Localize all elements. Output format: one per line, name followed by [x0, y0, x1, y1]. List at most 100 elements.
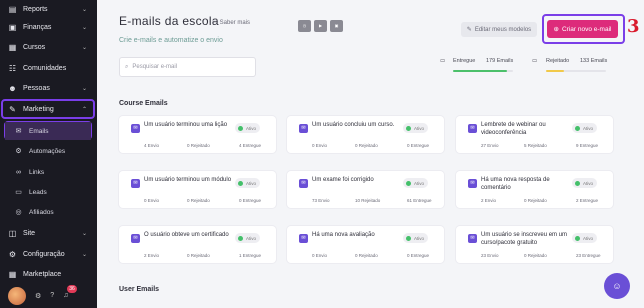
section-course-emails: Course Emails: [119, 100, 168, 107]
format-button-2[interactable]: ▶: [314, 20, 327, 32]
rejected-count: 10 Rejeitado: [355, 198, 381, 203]
rejected-label: Rejeitado: [546, 58, 570, 64]
sidebar-item-cursos[interactable]: ▦ Cursos ⌄: [0, 38, 97, 56]
delivered-count: 0 Entregue: [407, 143, 430, 148]
status-toggle[interactable]: Ativo: [571, 233, 597, 243]
status-toggle[interactable]: Ativo: [571, 178, 597, 188]
email-template-icon: ✉: [468, 124, 477, 133]
email-template-icon: ✉: [131, 124, 140, 133]
email-card[interactable]: ✉ Um usuário terminou um módulo Ativo 0 Env…: [119, 171, 276, 208]
status-dot: [574, 235, 580, 241]
email-card-title: Um usuário se inscreveu em um curso/paco…: [481, 232, 568, 246]
rejected-count: 0 Rejeitado: [187, 198, 210, 203]
delivered-count: 2 Entregue: [576, 198, 599, 203]
status-toggle[interactable]: Ativo: [402, 178, 428, 188]
chevron-down-icon: ⌄: [81, 230, 87, 237]
delivered-count: 4 Entregue: [239, 143, 262, 148]
email-card[interactable]: ✉ Um usuário terminou uma lição Ativo 4 Env…: [119, 116, 276, 153]
sidebar-item-pessoas[interactable]: ☻ Pessoas ⌄: [0, 79, 97, 97]
sent-count: 23 Envio: [481, 253, 499, 258]
notification-bell-icon[interactable]: ♫ 36: [63, 285, 77, 299]
settings-icon[interactable]: ⚙: [35, 292, 41, 300]
email-card[interactable]: ✉ O usuário obteve um certificado Ativo 2 E…: [119, 226, 276, 263]
email-card[interactable]: ✉ Lembrete de webinar ou videoconferência…: [456, 116, 613, 153]
sent-count: 0 Envio: [312, 253, 328, 258]
email-template-icon: ✉: [299, 124, 308, 133]
page-title: E-mails da escola: [119, 14, 219, 28]
help-link[interactable]: ⓘ Saber mais: [212, 17, 250, 26]
store-icon: ▦: [8, 269, 17, 279]
status-toggle[interactable]: Ativo: [571, 123, 597, 133]
sent-count: 73 Envio: [312, 198, 330, 203]
email-card[interactable]: ✉ Há uma nova resposta de comentário Ativo…: [456, 171, 613, 208]
gear-icon: ⚙: [8, 249, 17, 259]
format-button-3[interactable]: ▣: [330, 20, 343, 32]
sent-count: 0 Envio: [312, 143, 328, 148]
email-template-icon: ✉: [131, 234, 140, 243]
status-toggle[interactable]: Ativo: [234, 123, 260, 133]
chevron-down-icon: ⌄: [81, 6, 87, 13]
annotation-3: 3: [627, 16, 640, 37]
sidebar-item-financas[interactable]: ▣ Finanças ⌄: [0, 18, 97, 36]
chevron-down-icon: ⌄: [81, 24, 87, 31]
sidebar-item-site[interactable]: ◫ Site ⌄: [0, 224, 97, 242]
format-toggle-group: ◷ ▶ ▣: [298, 20, 343, 32]
people-icon: ☻: [8, 83, 17, 93]
rejected-count: 0 Rejeitado: [187, 143, 210, 148]
sidebar-item-links[interactable]: ∞ Links: [0, 163, 97, 181]
sidebar-item-afiliados[interactable]: ◎ Afiliados: [0, 203, 97, 221]
status-toggle[interactable]: Ativo: [402, 123, 428, 133]
community-icon: ☷: [8, 63, 17, 73]
format-button-1[interactable]: ◷: [298, 20, 311, 32]
create-email-button[interactable]: ⊕ Criar novo e-mail: [547, 20, 618, 38]
rejected-bar-fill: [546, 70, 564, 72]
status-toggle[interactable]: Ativo: [402, 233, 428, 243]
delivered-label: Entregue: [453, 58, 476, 64]
delivered-count: 61 Entregue: [407, 198, 432, 203]
email-card[interactable]: ✉ Um usuário concluiu um curso. Ativo 0 Env…: [287, 116, 444, 153]
edit-templates-button[interactable]: ✎ Editar meus modelos: [461, 22, 537, 37]
delivered-count: 9 Entregue: [576, 143, 599, 148]
leads-icon: ▭: [15, 188, 22, 196]
email-card[interactable]: ✉ Um usuário se inscreveu em um curso/pac…: [456, 226, 613, 263]
status-toggle[interactable]: Ativo: [234, 233, 260, 243]
plus-icon: ⊕: [553, 26, 559, 33]
avatar[interactable]: [8, 286, 26, 305]
status-toggle[interactable]: Ativo: [234, 178, 260, 188]
chat-icon: ☺: [612, 281, 622, 291]
email-card[interactable]: ✉ Um exame foi corrigido Ativo 73 Envio 10 R…: [287, 171, 444, 208]
status-dot: [574, 180, 580, 186]
chevron-down-icon: ⌄: [81, 44, 87, 51]
status-dot: [237, 125, 243, 131]
rejected-count: 5 Rejeitado: [524, 143, 547, 148]
help-icon[interactable]: ?: [50, 292, 54, 299]
rejected-count: 0 Rejeitado: [524, 198, 547, 203]
section-user-emails: User Emails: [119, 286, 160, 293]
chat-support-button[interactable]: ☺: [604, 273, 630, 299]
globe-icon: ◫: [8, 228, 17, 238]
rejected-count: 0 Rejeitado: [355, 253, 378, 258]
sidebar-item-emails[interactable]: ✉ Emails: [5, 122, 91, 140]
sidebar-item-marketing[interactable]: ✎ Marketing ⌃: [0, 100, 97, 118]
status-dot: [405, 180, 411, 186]
search-icon: ⌕: [125, 63, 129, 70]
sidebar-item-comunidades[interactable]: ☷ Comunidades: [0, 59, 97, 77]
sidebar-item-automacoes[interactable]: ⚙ Automações: [0, 142, 97, 160]
sidebar-item-leads[interactable]: ▭ Leads: [0, 183, 97, 201]
sidebar-item-marketplace[interactable]: ▦ Marketplace: [0, 265, 97, 283]
status-dot: [405, 125, 411, 131]
sidebar-item-configuracao[interactable]: ⚙ Configuração ⌄: [0, 245, 97, 263]
email-card[interactable]: ✉ Há uma nova avaliação Ativo 0 Envio 0 Reje…: [287, 226, 444, 263]
rejected-value: 133 Emails: [580, 58, 608, 64]
rejected-bar: [546, 70, 606, 72]
megaphone-icon: ✎: [9, 104, 16, 114]
email-card-title: Há uma nova avaliação: [312, 232, 375, 238]
delivered-bar-fill: [453, 70, 507, 72]
automation-icon: ⚙: [15, 147, 22, 155]
link-icon: ∞: [16, 168, 21, 176]
search-input[interactable]: ⌕ Pesquisar e-mail: [119, 57, 256, 77]
sidebar-item-reports[interactable]: ▤ Reports ⌄: [0, 0, 97, 18]
rejected-count: 0 Rejeitado: [187, 253, 210, 258]
email-card-title: O usuário obteve um certificado: [144, 232, 229, 238]
rejected-icon: ▭: [532, 58, 538, 64]
